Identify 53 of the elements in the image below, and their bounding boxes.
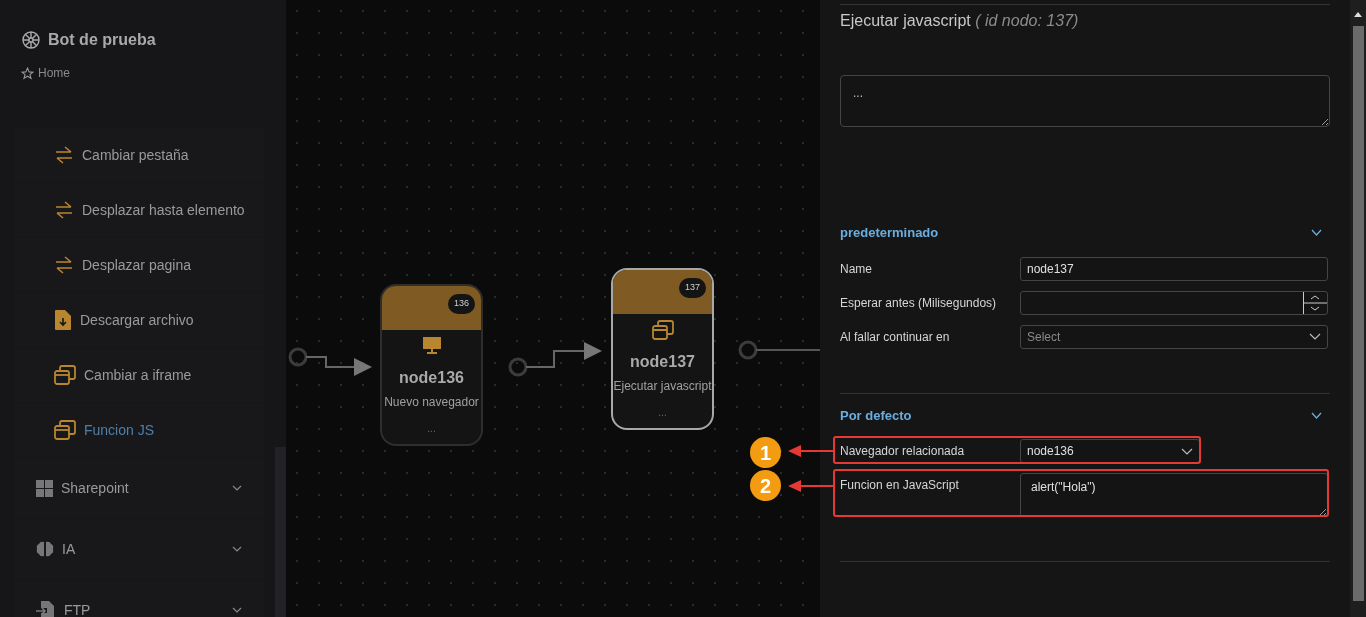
- connector-arrow: [305, 356, 372, 376]
- node-badge: 137: [678, 278, 706, 298]
- breadcrumb-link[interactable]: Home: [38, 64, 70, 82]
- connector-port[interactable]: [738, 340, 758, 360]
- callout-arrow: [788, 444, 833, 458]
- number-field[interactable]: [1020, 290, 1328, 315]
- node-subtitle: Ejecutar javascript: [613, 378, 712, 395]
- connector-port[interactable]: [508, 357, 528, 377]
- panel-title: Ejecutar javascript ( id nodo: 137): [840, 11, 1080, 31]
- connector-line: [755, 349, 820, 351]
- select-field[interactable]: node136: [1020, 439, 1200, 463]
- swap-arrows-icon: [54, 256, 74, 274]
- node-ellipsis: ...: [427, 422, 436, 436]
- sidebar-title: Bot de prueba: [48, 30, 156, 50]
- scroll-up-icon[interactable]: [1353, 10, 1363, 18]
- node-badge: 136: [447, 294, 475, 314]
- windows-icon: [651, 320, 674, 340]
- field-label: Funcion en JavaScript: [840, 477, 960, 494]
- file-arrow-icon: [36, 600, 56, 617]
- node-title: node136: [399, 368, 464, 388]
- flow-node[interactable]: 137 node137 Ejecutar javascript ...: [611, 268, 714, 430]
- chevron-icon[interactable]: [1311, 229, 1322, 237]
- field-label: Esperar antes (Milisegundos): [840, 294, 998, 312]
- text-field[interactable]: node137: [1020, 256, 1328, 281]
- star-icon: [21, 66, 34, 80]
- wheel-icon: [22, 31, 40, 49]
- windows-icon: [54, 420, 76, 440]
- flow-node[interactable]: 136 node136 Nuevo navegador ...: [380, 284, 483, 446]
- scrollbar-thumb[interactable]: [275, 447, 286, 617]
- select-field[interactable]: Select: [1020, 324, 1328, 349]
- callout-arrow: [788, 479, 833, 493]
- description-field[interactable]: ...: [840, 75, 1330, 127]
- chevron-icon[interactable]: [1311, 411, 1322, 419]
- connector-port[interactable]: [288, 347, 308, 367]
- file-download-icon: [54, 309, 72, 331]
- caret-icon: [1181, 447, 1193, 455]
- monitor-icon: [421, 336, 442, 356]
- node-title: node137: [630, 352, 695, 372]
- swap-arrows-icon: [54, 201, 74, 219]
- section-title[interactable]: Por defecto: [840, 405, 912, 425]
- code-field[interactable]: alert("Hola"): [1020, 473, 1328, 517]
- grid-icon: [36, 479, 53, 497]
- node-subtitle: Nuevo navegador: [384, 394, 479, 411]
- swap-arrows-icon: [54, 146, 74, 164]
- scrollbar[interactable]: [1350, 0, 1366, 617]
- field-label: Name: [840, 260, 873, 278]
- caret-icon: [1309, 333, 1321, 340]
- node-ellipsis: ...: [658, 406, 667, 420]
- field-label: Navegador relacionada: [840, 443, 966, 460]
- section-title[interactable]: predeterminado: [840, 223, 939, 243]
- field-label: Al fallar continuar en: [840, 328, 951, 346]
- spinner-icon[interactable]: [1303, 291, 1327, 314]
- windows-icon: [54, 365, 76, 385]
